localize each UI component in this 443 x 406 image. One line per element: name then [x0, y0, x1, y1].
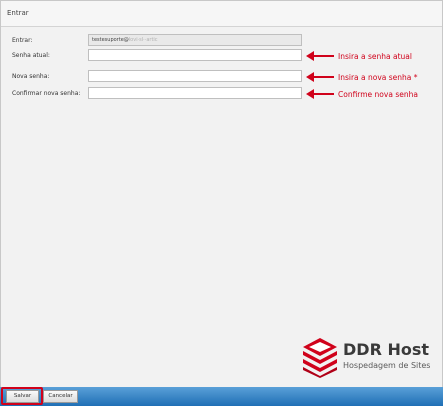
login-value-obscured: lovi·sl··artic — [128, 37, 158, 43]
current-password-annotation: Insira a senha atual — [306, 49, 412, 63]
new-password-label: Nova senha: — [12, 73, 50, 80]
login-label: Entrar: — [12, 37, 33, 44]
logo-name: DDR Host — [343, 340, 430, 359]
arrow-left-icon — [306, 51, 334, 61]
current-password-row: Senha atual: Insira a senha atual — [0, 49, 441, 63]
cancel-button[interactable]: Cancelar — [43, 390, 78, 403]
new-password-input[interactable] — [88, 70, 302, 82]
confirm-password-annotation: Confirme nova senha — [306, 87, 418, 101]
stacked-layers-icon — [303, 338, 337, 378]
arrow-left-icon — [306, 89, 334, 99]
confirm-password-input[interactable] — [88, 87, 302, 99]
confirm-password-hint: Confirme nova senha — [338, 89, 418, 99]
new-password-annotation: Insira a nova senha * — [306, 70, 418, 84]
current-password-input[interactable] — [88, 49, 302, 61]
confirm-password-label: Confirmar nova senha: — [12, 90, 81, 97]
arrow-left-icon — [306, 72, 334, 82]
ddr-host-logo: DDR Host Hospedagem de Sites — [300, 336, 435, 378]
dialog-title: Entrar — [1, 1, 442, 27]
current-password-hint: Insira a senha atual — [338, 51, 412, 61]
login-value: testesuporte@ — [92, 37, 129, 43]
current-password-label: Senha atual: — [12, 52, 50, 59]
new-password-hint: Insira a nova senha * — [338, 72, 418, 82]
confirm-password-row: Confirmar nova senha: Confirme nova senh… — [0, 87, 441, 101]
logo-tagline: Hospedagem de Sites — [343, 361, 431, 370]
login-field: testesuporte@lovi·sl··artic — [88, 34, 302, 46]
new-password-row: Nova senha: Insira a nova senha * — [0, 70, 441, 84]
save-button-highlight — [1, 387, 43, 405]
login-row: Entrar: testesuporte@lovi·sl··artic — [0, 34, 441, 48]
